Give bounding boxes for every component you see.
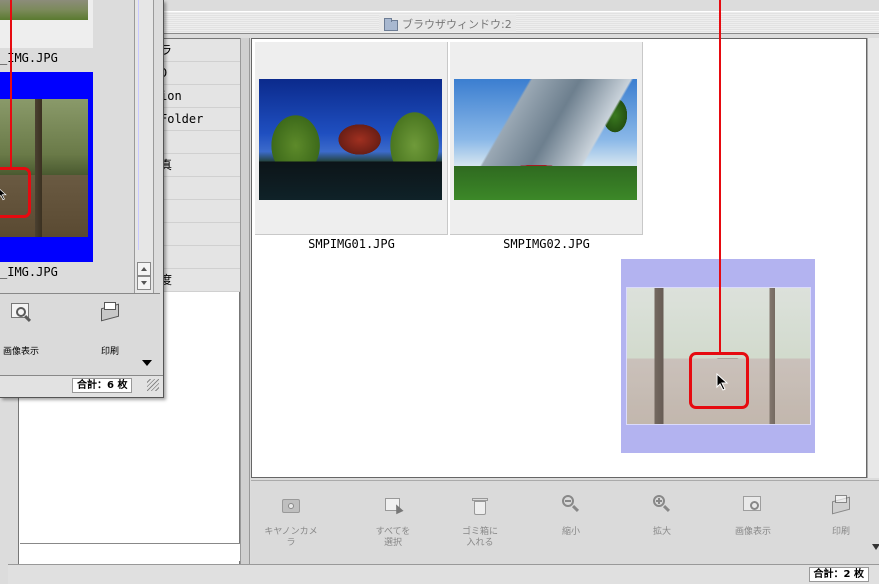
image-count: 合計：6 枚: [72, 378, 133, 393]
print-button[interactable]: 印刷: [85, 302, 135, 357]
toolbar-label: 画像表示: [734, 527, 771, 537]
folder-item[interactable]: [159, 177, 241, 200]
folder-item[interactable]: ion: [159, 85, 241, 108]
window-title: ブラウザウィンドウ:2: [402, 17, 512, 31]
camera-icon: [280, 495, 302, 517]
annotation-highlight: [689, 352, 749, 409]
folder-item[interactable]: [159, 200, 241, 223]
canon-camera-button[interactable]: キヤノンカメラ: [261, 485, 321, 549]
folder-item[interactable]: [159, 223, 241, 246]
trash-icon: [469, 495, 491, 517]
toolbar-label: 画像表示: [2, 347, 39, 357]
toolbar-label: すべてを 選択: [375, 527, 411, 548]
scroll-track: [138, 0, 139, 250]
view-image-icon: [10, 302, 32, 324]
print-icon: [99, 302, 121, 324]
select-all-button[interactable]: すべてを 選択: [363, 485, 423, 549]
thumbnail-image[interactable]: [259, 79, 442, 200]
view-image-icon: [742, 495, 764, 517]
thumbnail-vscroll[interactable]: [867, 38, 879, 478]
thumbnail-item[interactable]: [0, 0, 93, 48]
toolbar-more-arrow-icon[interactable]: [142, 360, 152, 366]
folder-icon: [383, 17, 398, 31]
toolbar-label: ゴミ箱に 入れる: [461, 527, 498, 548]
view-image-button[interactable]: 画像表示: [0, 302, 46, 357]
toolbar-label: キヤノンカメラ: [264, 527, 318, 548]
folder-item[interactable]: D: [159, 62, 241, 85]
zoom-in-icon: [651, 495, 673, 517]
scroll-up-arrow-icon[interactable]: [137, 262, 151, 276]
annotation-line: [10, 0, 12, 170]
folder-item[interactable]: 真: [159, 154, 241, 177]
thumbnail-image[interactable]: [0, 0, 88, 20]
image-count: 合計：2 枚: [808, 567, 869, 582]
folder-item[interactable]: [159, 246, 241, 269]
browser-toolbar: キヤノンカメラ すべてを 選択 ゴミ箱に 入れる 縮小 拡大 画像表示 印刷: [251, 480, 879, 564]
scroll-down-arrow-icon[interactable]: [137, 276, 151, 290]
status-bar: 合計：2 枚: [8, 564, 879, 584]
thumbnail-filename: _IMG.JPG: [0, 51, 58, 65]
toolbar-label: 印刷: [100, 347, 119, 357]
print-icon: [830, 495, 852, 517]
folder-item[interactable]: ラ: [159, 39, 241, 62]
folder-item[interactable]: 度: [159, 269, 241, 292]
browser-toolbar: 画像表示 印刷: [0, 293, 160, 375]
folder-item[interactable]: [159, 131, 241, 154]
select-all-icon: [382, 495, 404, 517]
toolbar-label: 印刷: [831, 527, 850, 537]
toolbar-label: 拡大: [652, 527, 671, 537]
pane-splitter[interactable]: [240, 38, 250, 566]
print-button[interactable]: 印刷: [811, 485, 871, 538]
zoom-in-button[interactable]: 拡大: [632, 485, 692, 538]
thumbnail-image[interactable]: [454, 79, 637, 200]
move-to-trash-button[interactable]: ゴミ箱に 入れる: [450, 485, 510, 549]
toolbar-more-arrow-icon[interactable]: [872, 544, 879, 550]
thumbnail-item[interactable]: [450, 42, 643, 235]
folder-item[interactable]: Folder: [159, 108, 241, 131]
left-pane-hscroll[interactable]: [20, 543, 240, 561]
thumbnail-filename: SMPIMG01.JPG: [308, 237, 395, 251]
annotation-line: [719, 0, 721, 352]
thumbnail-vscroll[interactable]: [134, 0, 154, 293]
view-image-button[interactable]: 画像表示: [723, 485, 783, 538]
folder-list: ラ D ion Folder 真 度: [159, 39, 241, 292]
resize-grip-icon[interactable]: [147, 379, 159, 391]
zoom-out-button[interactable]: 縮小: [541, 485, 601, 538]
thumbnail-filename: _IMG.JPG: [0, 265, 58, 279]
thumbnail-item[interactable]: [255, 42, 448, 235]
thumbnail-filename: SMPIMG02.JPG: [503, 237, 590, 251]
mouse-pointer-icon: [0, 188, 7, 201]
toolbar-label: 縮小: [561, 527, 580, 537]
zoom-out-icon: [560, 495, 582, 517]
status-bar: 合計：6 枚: [0, 375, 163, 397]
window-title-group: ブラウザウィンドウ:2: [379, 15, 516, 32]
